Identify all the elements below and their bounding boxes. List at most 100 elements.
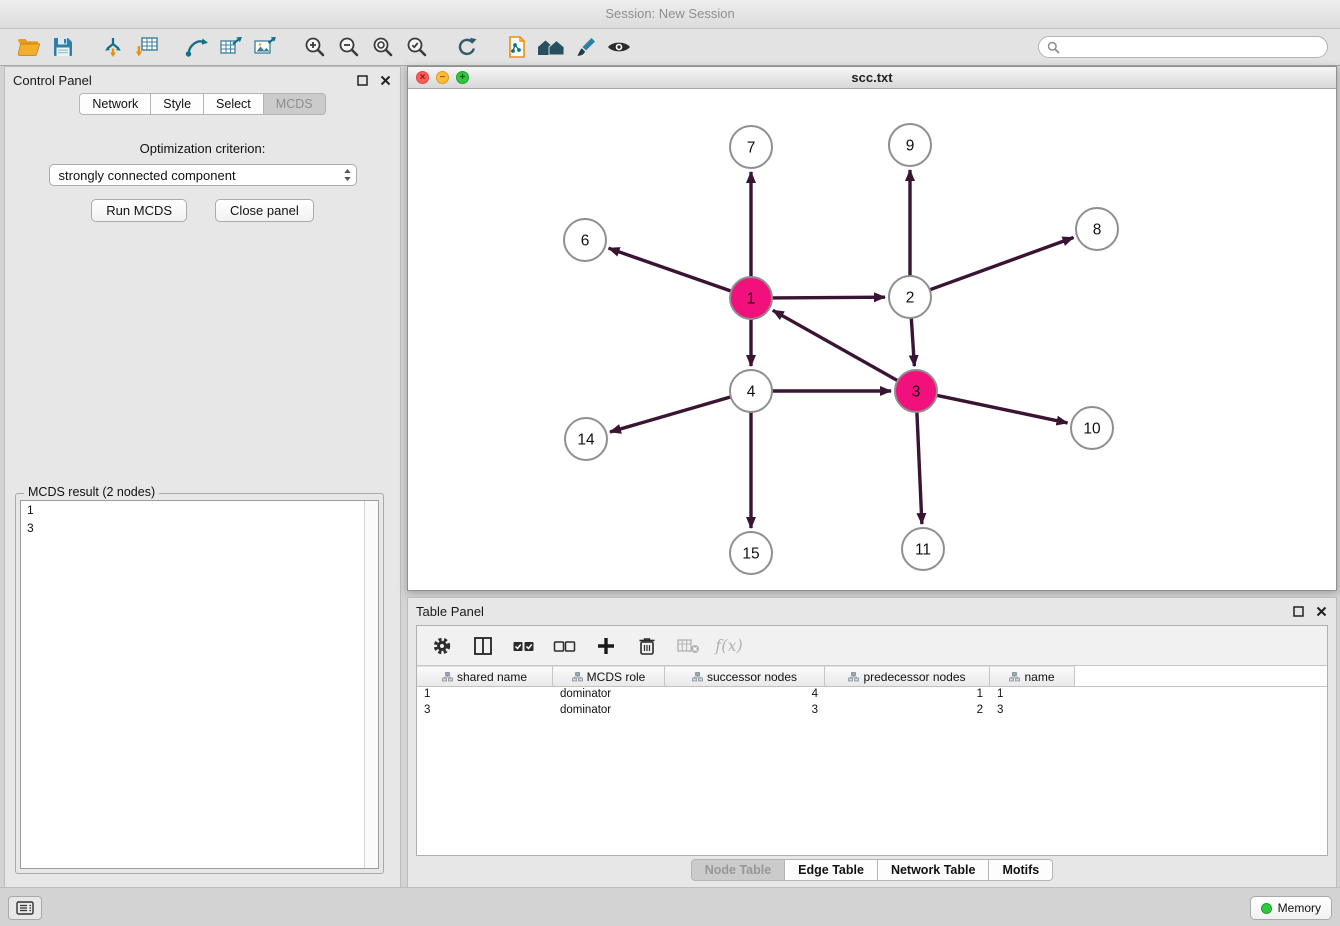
svg-text:1: 1 xyxy=(747,291,756,308)
network-node-7[interactable]: 7 xyxy=(730,126,772,168)
column-header-successor-nodes[interactable]: successor nodes xyxy=(665,666,825,686)
network-view-window: × − + scc.txt 7 9 6 8 1 2 4 3 14 10 15 11 xyxy=(407,66,1337,591)
table-row[interactable]: 3dominator323 xyxy=(417,703,1327,719)
svg-text:3: 3 xyxy=(912,384,921,401)
network-edge-2-3[interactable] xyxy=(911,318,914,366)
svg-text:6: 6 xyxy=(581,233,590,250)
tab-node-table[interactable]: Node Table xyxy=(691,859,785,881)
apply-layout-button[interactable] xyxy=(450,32,484,62)
close-window-icon[interactable]: × xyxy=(416,71,429,84)
delete-rows-button[interactable] xyxy=(634,633,660,659)
function-builder-button[interactable]: f(x) xyxy=(716,633,742,659)
home-icon xyxy=(536,35,566,59)
mcds-result-item[interactable]: 3 xyxy=(21,519,378,537)
tab-network-table[interactable]: Network Table xyxy=(878,859,990,881)
network-node-9[interactable]: 9 xyxy=(889,124,931,166)
network-graph: 7 9 6 8 1 2 4 3 14 10 15 11 xyxy=(408,89,1336,591)
network-edge-1-6[interactable] xyxy=(609,248,732,291)
delete-column-button[interactable] xyxy=(675,633,701,659)
network-node-4[interactable]: 4 xyxy=(730,370,772,412)
apply-style-button[interactable] xyxy=(568,32,602,62)
zoom-in-button[interactable] xyxy=(298,32,332,62)
network-node-11[interactable]: 11 xyxy=(902,528,944,570)
column-header-mcds-role[interactable]: MCDS role xyxy=(553,666,665,686)
search-input[interactable] xyxy=(1065,39,1319,55)
tab-network[interactable]: Network xyxy=(79,93,151,115)
network-node-15[interactable]: 15 xyxy=(730,532,772,574)
column-tree-icon xyxy=(442,672,453,682)
network-canvas[interactable]: 7 9 6 8 1 2 4 3 14 10 15 11 xyxy=(408,89,1336,590)
close-panel-button[interactable]: Close panel xyxy=(215,199,314,222)
first-neighbors-button[interactable] xyxy=(180,32,214,62)
network-node-8[interactable]: 8 xyxy=(1076,208,1118,250)
select-all-button[interactable] xyxy=(511,633,537,659)
network-edge-4-14[interactable] xyxy=(610,397,731,432)
save-session-button[interactable] xyxy=(46,32,80,62)
network-node-1[interactable]: 1 xyxy=(730,277,772,319)
table-row[interactable]: 1dominator411 xyxy=(417,687,1327,703)
network-node-2[interactable]: 2 xyxy=(889,276,931,318)
network-edge-3-11[interactable] xyxy=(917,412,922,524)
memory-button[interactable]: Memory xyxy=(1250,896,1332,920)
table-settings-button[interactable] xyxy=(429,633,455,659)
zoom-fit-button[interactable] xyxy=(366,32,400,62)
column-header-predecessor-nodes[interactable]: predecessor nodes xyxy=(825,666,990,686)
network-node-6[interactable]: 6 xyxy=(564,219,606,261)
node-table-container: f(x) shared name MCDS role successor nodes… xyxy=(416,625,1328,856)
tab-select[interactable]: Select xyxy=(204,93,264,115)
run-mcds-button[interactable]: Run MCDS xyxy=(91,199,187,222)
tab-motifs[interactable]: Motifs xyxy=(989,859,1053,881)
dropdown-stepper-icon xyxy=(343,168,352,182)
column-header-label: name xyxy=(1024,670,1054,684)
import-table-button[interactable] xyxy=(130,32,164,62)
network-edge-1-2[interactable] xyxy=(772,297,885,298)
zoom-out-button[interactable] xyxy=(332,32,366,62)
table-cell: 3 xyxy=(417,703,553,719)
float-panel-icon[interactable] xyxy=(355,73,369,87)
home-button[interactable] xyxy=(534,32,568,62)
network-window-titlebar[interactable]: × − + scc.txt xyxy=(408,67,1336,89)
network-edge-3-10[interactable] xyxy=(937,395,1068,423)
status-bar: Memory xyxy=(0,887,1340,926)
import-network-button[interactable] xyxy=(96,32,130,62)
memory-status-icon xyxy=(1261,903,1272,914)
network-edge-2-8[interactable] xyxy=(930,238,1074,290)
criterion-dropdown[interactable]: strongly connected component xyxy=(49,164,357,186)
column-header-label: successor nodes xyxy=(707,670,797,684)
close-table-panel-icon[interactable] xyxy=(1314,604,1328,618)
deselect-all-button[interactable] xyxy=(552,633,578,659)
column-tree-icon xyxy=(1009,672,1020,682)
add-column-button[interactable] xyxy=(593,633,619,659)
network-edge-3-1[interactable] xyxy=(773,310,898,380)
table-cell: 3 xyxy=(665,703,825,719)
clone-network-button[interactable] xyxy=(500,32,534,62)
tab-edge-table[interactable]: Edge Table xyxy=(785,859,878,881)
column-header-name[interactable]: name xyxy=(990,666,1075,686)
show-columns-button[interactable] xyxy=(470,633,496,659)
network-node-10[interactable]: 10 xyxy=(1071,407,1113,449)
network-node-3[interactable]: 3 xyxy=(895,370,937,412)
network-node-14[interactable]: 14 xyxy=(565,418,607,460)
table-cell: dominator xyxy=(553,703,665,719)
maximize-window-icon[interactable]: + xyxy=(456,71,469,84)
result-scrollbar[interactable] xyxy=(364,501,378,868)
close-panel-icon[interactable] xyxy=(378,73,392,87)
open-session-button[interactable] xyxy=(12,32,46,62)
table-export-button[interactable] xyxy=(214,32,248,62)
gear-icon xyxy=(431,635,453,657)
float-table-panel-icon[interactable] xyxy=(1291,604,1305,618)
minimize-window-icon[interactable]: − xyxy=(436,71,449,84)
image-export-button[interactable] xyxy=(248,32,282,62)
open-folder-icon xyxy=(16,35,42,59)
zoom-selected-button[interactable] xyxy=(400,32,434,62)
tab-mcds[interactable]: MCDS xyxy=(264,93,326,115)
show-hide-button[interactable] xyxy=(602,32,636,62)
search-field[interactable] xyxy=(1038,36,1328,58)
window-title: Session: New Session xyxy=(605,6,734,21)
mcds-result-item[interactable]: 1 xyxy=(21,501,378,519)
tab-style[interactable]: Style xyxy=(151,93,204,115)
column-header-shared-name[interactable]: shared name xyxy=(417,666,553,686)
table-cell: dominator xyxy=(553,687,665,703)
task-history-button[interactable] xyxy=(8,896,42,920)
column-header-label: shared name xyxy=(457,670,527,684)
